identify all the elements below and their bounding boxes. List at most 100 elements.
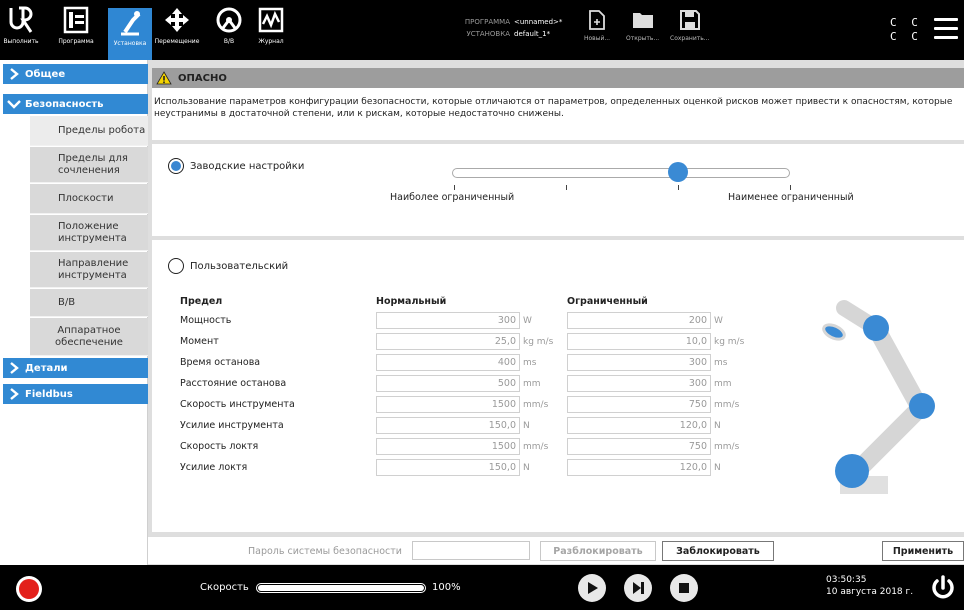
reduced-value-field[interactable]: 750: [567, 438, 711, 455]
tab-program[interactable]: Программа: [56, 6, 96, 56]
normal-unit: mm/s: [523, 441, 549, 452]
reduced-value-field[interactable]: 200: [567, 312, 711, 329]
normal-unit: mm/s: [523, 399, 549, 410]
sidebar-details-label: Детали: [25, 362, 68, 374]
lock-button[interactable]: Заблокировать: [662, 541, 774, 561]
normal-cell: 150,0 N: [376, 417, 567, 434]
speed-slider[interactable]: [256, 583, 426, 593]
factory-settings-radio[interactable]: Заводские настройки: [168, 158, 304, 174]
stop-icon: [679, 583, 689, 593]
slider-min-label: Наиболее ограниченный: [390, 192, 515, 203]
save-file-button[interactable]: Сохранить...: [670, 10, 709, 42]
factory-settings-panel: Заводские настройки Наиболее ограниченны…: [152, 144, 964, 236]
sidebar-item-safety[interactable]: Безопасность: [3, 94, 148, 114]
reduced-unit: mm: [714, 378, 732, 389]
safety-password-input[interactable]: [412, 541, 530, 560]
slider-tick: [566, 185, 567, 190]
open-file-button[interactable]: Открыть...: [626, 10, 659, 42]
reduced-value-field[interactable]: 120,0: [567, 459, 711, 476]
normal-unit: N: [523, 462, 530, 473]
normal-value-field[interactable]: 1500: [376, 396, 520, 413]
reduced-value-field[interactable]: 300: [567, 354, 711, 371]
reduced-value-field[interactable]: 300: [567, 375, 711, 392]
installation-name: default_1*: [514, 30, 551, 38]
sidebar-item-planes[interactable]: Плоскости: [30, 184, 148, 214]
speed-value: 100%: [432, 582, 461, 593]
reduced-value-field[interactable]: 120,0: [567, 417, 711, 434]
sidebar-item-fieldbus[interactable]: Fieldbus: [3, 384, 148, 404]
robot-status-button[interactable]: [16, 576, 42, 602]
limit-name: Мощность: [180, 315, 232, 326]
unlock-button[interactable]: Разблокировать: [540, 541, 656, 561]
custom-settings-panel: Пользовательский Предел Нормальный Огран…: [152, 240, 964, 532]
limit-name: Усилие локтя: [180, 462, 248, 473]
tab-installation[interactable]: Установка: [108, 8, 152, 60]
table-row: Момент 25,0 kg m/s 10,0 kg m/s: [180, 331, 767, 352]
reduced-cell: 300 mm: [567, 375, 767, 392]
sidebar-item-tool-direction[interactable]: Направление инструмента: [30, 252, 148, 288]
robot-upper-arm: [867, 319, 929, 417]
radio-unselected-icon: [168, 258, 184, 274]
slider-tick: [678, 185, 679, 190]
normal-value-field[interactable]: 400: [376, 354, 520, 371]
sidebar-item-general[interactable]: Общее: [3, 64, 148, 84]
limit-name: Скорость локтя: [180, 441, 259, 452]
sidebar-item-hardware[interactable]: Аппаратное обеспечение: [30, 318, 148, 356]
power-icon[interactable]: [930, 575, 956, 601]
apply-button[interactable]: Применить: [882, 541, 964, 561]
reduced-unit: W: [714, 315, 723, 326]
normal-cell: 1500 mm/s: [376, 396, 567, 413]
sidebar-item-robot-limits[interactable]: Пределы робота: [30, 116, 148, 146]
new-file-button[interactable]: Новый...: [584, 10, 610, 42]
tab-move[interactable]: Перемещение: [152, 6, 202, 56]
step-button[interactable]: [624, 574, 652, 602]
column-header-normal: Нормальный: [376, 295, 447, 307]
hamburger-menu-icon[interactable]: [934, 18, 958, 40]
limit-name: Усилие инструмента: [180, 420, 284, 431]
normal-value-field[interactable]: 500: [376, 375, 520, 392]
normal-cell: 300 W: [376, 312, 567, 329]
move-icon: [165, 8, 189, 32]
table-row: Усилие инструмента 150,0 N 120,0 N: [180, 415, 767, 436]
sidebar-item-label: Пределы робота: [58, 124, 146, 136]
play-button[interactable]: [578, 574, 606, 602]
ur-logo-icon: [9, 6, 33, 33]
normal-cell: 25,0 kg m/s: [376, 333, 567, 350]
sidebar-item-tool-position[interactable]: Положение инструмента: [30, 215, 148, 251]
reduced-cell: 300 ms: [567, 354, 767, 371]
radio-selected-icon: [168, 158, 184, 174]
cc-line-1: C C: [890, 16, 922, 29]
reduced-value-field[interactable]: 750: [567, 396, 711, 413]
chevron-right-icon: [3, 68, 25, 80]
tab-io[interactable]: В/В: [212, 6, 246, 56]
tab-log[interactable]: Журнал: [254, 6, 288, 56]
clock: 03:50:35 10 августа 2018 г.: [826, 574, 913, 598]
chevron-down-icon: [3, 99, 25, 109]
normal-value-field[interactable]: 150,0: [376, 459, 520, 476]
column-header-reduced: Ограниченный: [567, 295, 648, 307]
reduced-cell: 120,0 N: [567, 417, 767, 434]
new-file-label: Новый...: [584, 35, 611, 42]
sidebar-item-joint-limits[interactable]: Пределы для сочленения: [30, 147, 148, 183]
tab-move-label: Перемещение: [154, 38, 200, 45]
normal-value-field[interactable]: 1500: [376, 438, 520, 455]
slider-handle[interactable]: [668, 162, 689, 182]
custom-settings-radio[interactable]: Пользовательский: [168, 258, 288, 274]
normal-value-field[interactable]: 25,0: [376, 333, 520, 350]
reduced-unit: mm/s: [714, 399, 740, 410]
restriction-slider[interactable]: [452, 168, 790, 178]
tab-run[interactable]: Выполнить: [3, 6, 39, 56]
reduced-unit: N: [714, 420, 721, 431]
save-file-label: Сохранить...: [670, 35, 710, 42]
reduced-value-field[interactable]: 10,0: [567, 333, 711, 350]
reduced-unit: kg m/s: [714, 336, 745, 347]
sidebar-item-details[interactable]: Детали: [3, 358, 148, 378]
tab-log-label: Журнал: [258, 38, 284, 45]
stop-button[interactable]: [670, 574, 698, 602]
normal-value-field[interactable]: 300: [376, 312, 520, 329]
normal-value-field[interactable]: 150,0: [376, 417, 520, 434]
sidebar-item-label: Направление инструмента: [58, 257, 129, 281]
log-icon: [258, 7, 284, 33]
reduced-cell: 200 W: [567, 312, 767, 329]
sidebar-item-io[interactable]: В/В: [30, 289, 148, 317]
